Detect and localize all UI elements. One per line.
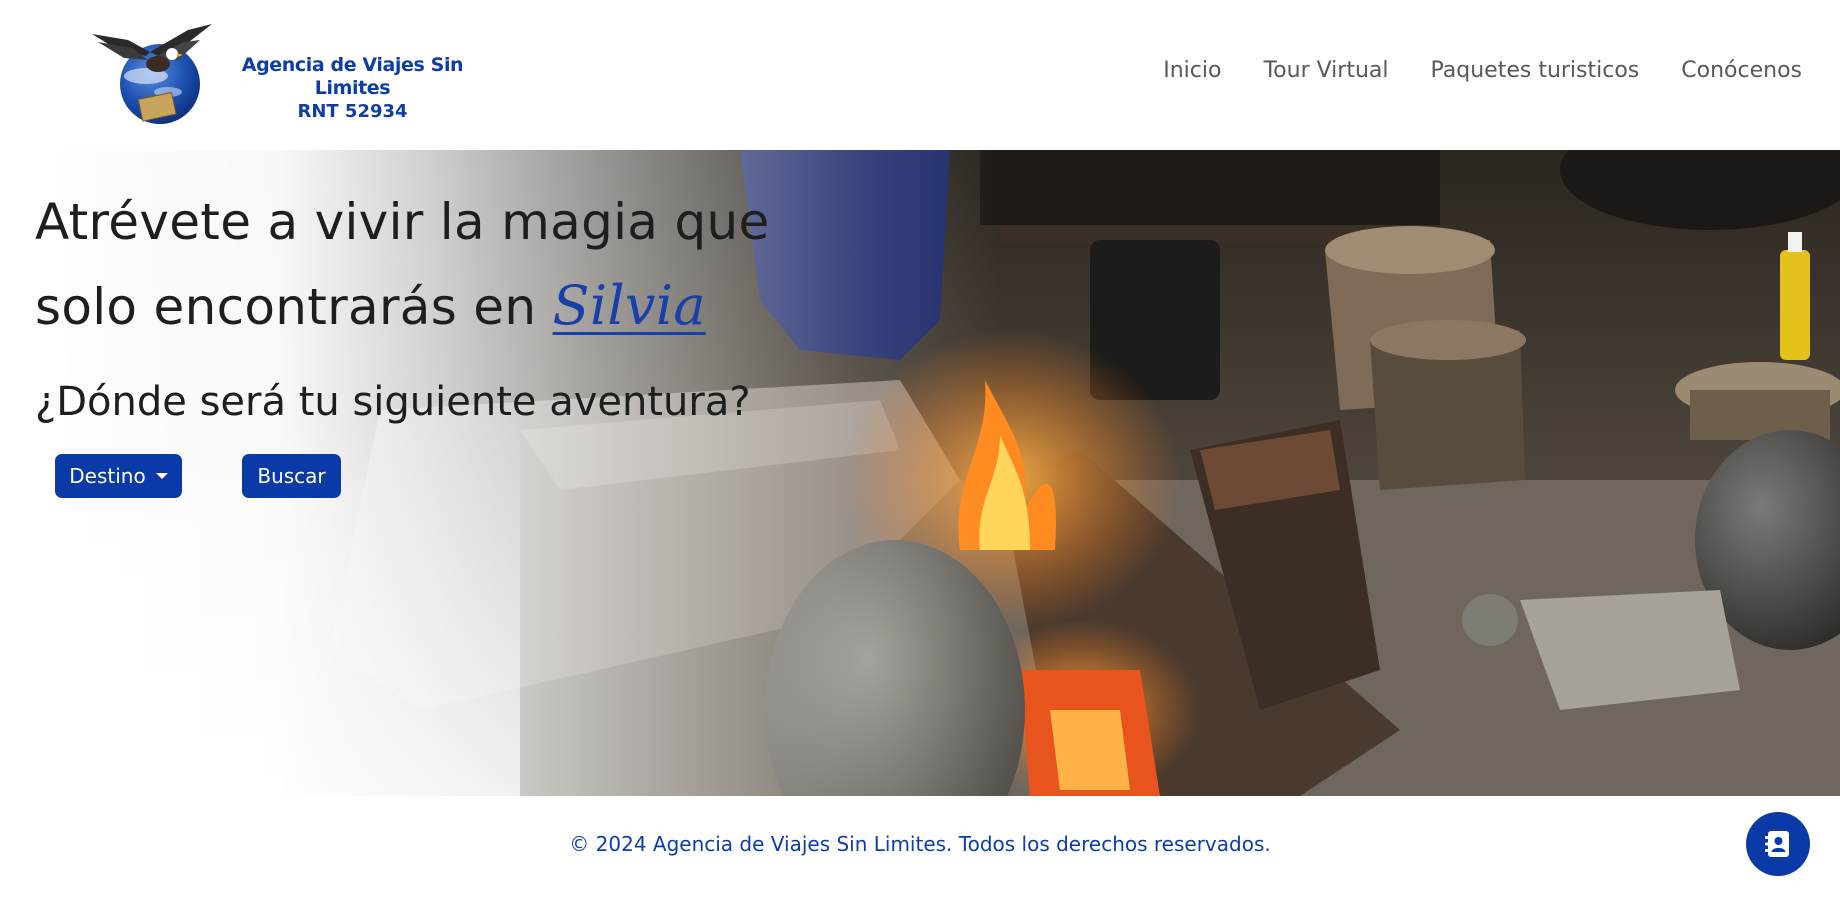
logo-agency-name: Agencia de Viajes Sin Limites: [241, 54, 464, 99]
destino-dropdown-button[interactable]: Destino: [55, 454, 182, 498]
contact-book-icon: [1765, 831, 1789, 857]
site-header: Agencia de Viajes Sin Limites RNT 52934 …: [0, 0, 1840, 150]
buscar-button[interactable]: Buscar: [242, 454, 341, 498]
logo-text: Agencia de Viajes Sin Limites RNT 52934: [205, 54, 500, 123]
nav-link-inicio[interactable]: Inicio: [1163, 58, 1221, 83]
contact-button[interactable]: [1746, 812, 1810, 876]
logo-rnt-number: RNT 52934: [297, 101, 408, 122]
site-logo[interactable]: Agencia de Viajes Sin Limites RNT 52934: [88, 20, 488, 126]
hero-section: Atrévete a vivir la magia que solo encon…: [0, 150, 1840, 796]
hero-town-name[interactable]: Silvia: [553, 274, 706, 337]
hero-title: Atrévete a vivir la magia que solo encon…: [35, 180, 770, 349]
nav-link-paquetes-turisticos[interactable]: Paquetes turisticos: [1431, 58, 1640, 83]
eagle-globe-logo-icon: [92, 24, 212, 124]
main-nav: Inicio Tour Virtual Paquetes turisticos …: [1163, 58, 1802, 83]
nav-link-conocenos[interactable]: Conócenos: [1681, 58, 1802, 83]
hero-title-line1: Atrévete a vivir la magia que: [35, 193, 770, 251]
page: Agencia de Viajes Sin Limites RNT 52934 …: [0, 0, 1840, 918]
hero-title-line2: solo encontrarás en: [35, 278, 537, 336]
hero-subtitle: ¿Dónde será tu siguiente aventura?: [35, 379, 751, 425]
caret-down-icon: [155, 473, 168, 479]
buscar-button-label: Buscar: [257, 464, 326, 488]
nav-link-tour-virtual[interactable]: Tour Virtual: [1263, 58, 1388, 83]
site-footer: © 2024 Agencia de Viajes Sin Limites. To…: [0, 796, 1840, 918]
destino-button-label: Destino: [69, 464, 146, 488]
footer-copyright: © 2024 Agencia de Viajes Sin Limites. To…: [569, 832, 1271, 856]
